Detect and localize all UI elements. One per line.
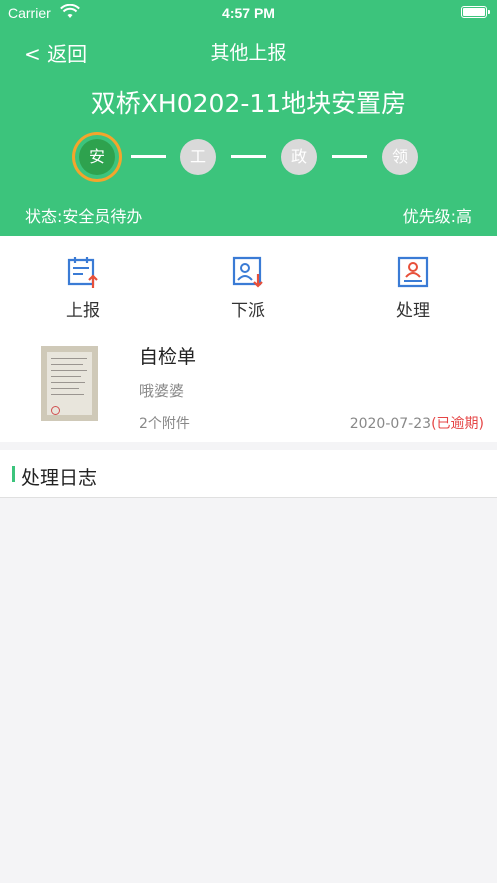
attachment-count: 2个附件 (139, 416, 190, 432)
header: Carrier 4:57 PM < 返回 其他上报 双桥XH0202-11地块安… (0, 0, 497, 236)
action-bar: 上报 下派 处理 (0, 236, 497, 328)
report-upload-icon (67, 257, 98, 288)
dispatch-icon (232, 256, 263, 288)
dispatch-label: 下派 (231, 301, 265, 321)
status-text: 状态:安全员待办 (25, 207, 143, 226)
attachment-thumbnail[interactable] (41, 346, 98, 421)
progress-steps: 安 工 政 领 (0, 134, 497, 178)
step-safety: 安 (79, 139, 115, 175)
step-leader: 领 (382, 139, 418, 175)
task-person: 哦婆婆 (139, 382, 185, 400)
task-card[interactable]: 自检单 哦婆婆 2个附件 2020-07-23(已逾期) (0, 328, 497, 442)
battery-icon (461, 6, 490, 18)
step-connector (131, 155, 166, 158)
log-title: 处理日志 (21, 467, 98, 489)
handle-label: 处理 (396, 301, 430, 321)
due-date: 2020-07-23 (349, 416, 432, 432)
section-marker (12, 466, 15, 482)
project-title: 双桥XH0202-11地块安置房 (90, 89, 407, 118)
step-work: 工 (180, 139, 216, 175)
task-title: 自检单 (139, 346, 197, 368)
report-label: 上报 (66, 301, 100, 321)
priority-text: 优先级:高 (402, 207, 472, 226)
handle-button[interactable]: 处理 (373, 254, 453, 321)
overdue-label: (已逾期) (431, 416, 484, 432)
step-government: 政 (281, 139, 317, 175)
status-bar: Carrier 4:57 PM (0, 0, 497, 26)
step-connector (231, 155, 266, 158)
stamp-icon (51, 406, 60, 415)
dispatch-button[interactable]: 下派 (208, 254, 288, 321)
page-title: 其他上报 (210, 42, 287, 64)
clock: 4:57 PM (222, 5, 275, 21)
step-connector (332, 155, 367, 158)
task-date: 2020-07-23(已逾期) (350, 413, 484, 433)
report-button[interactable]: 上报 (43, 254, 123, 321)
log-header: 处理日志 (0, 450, 497, 498)
handle-icon (397, 256, 429, 288)
